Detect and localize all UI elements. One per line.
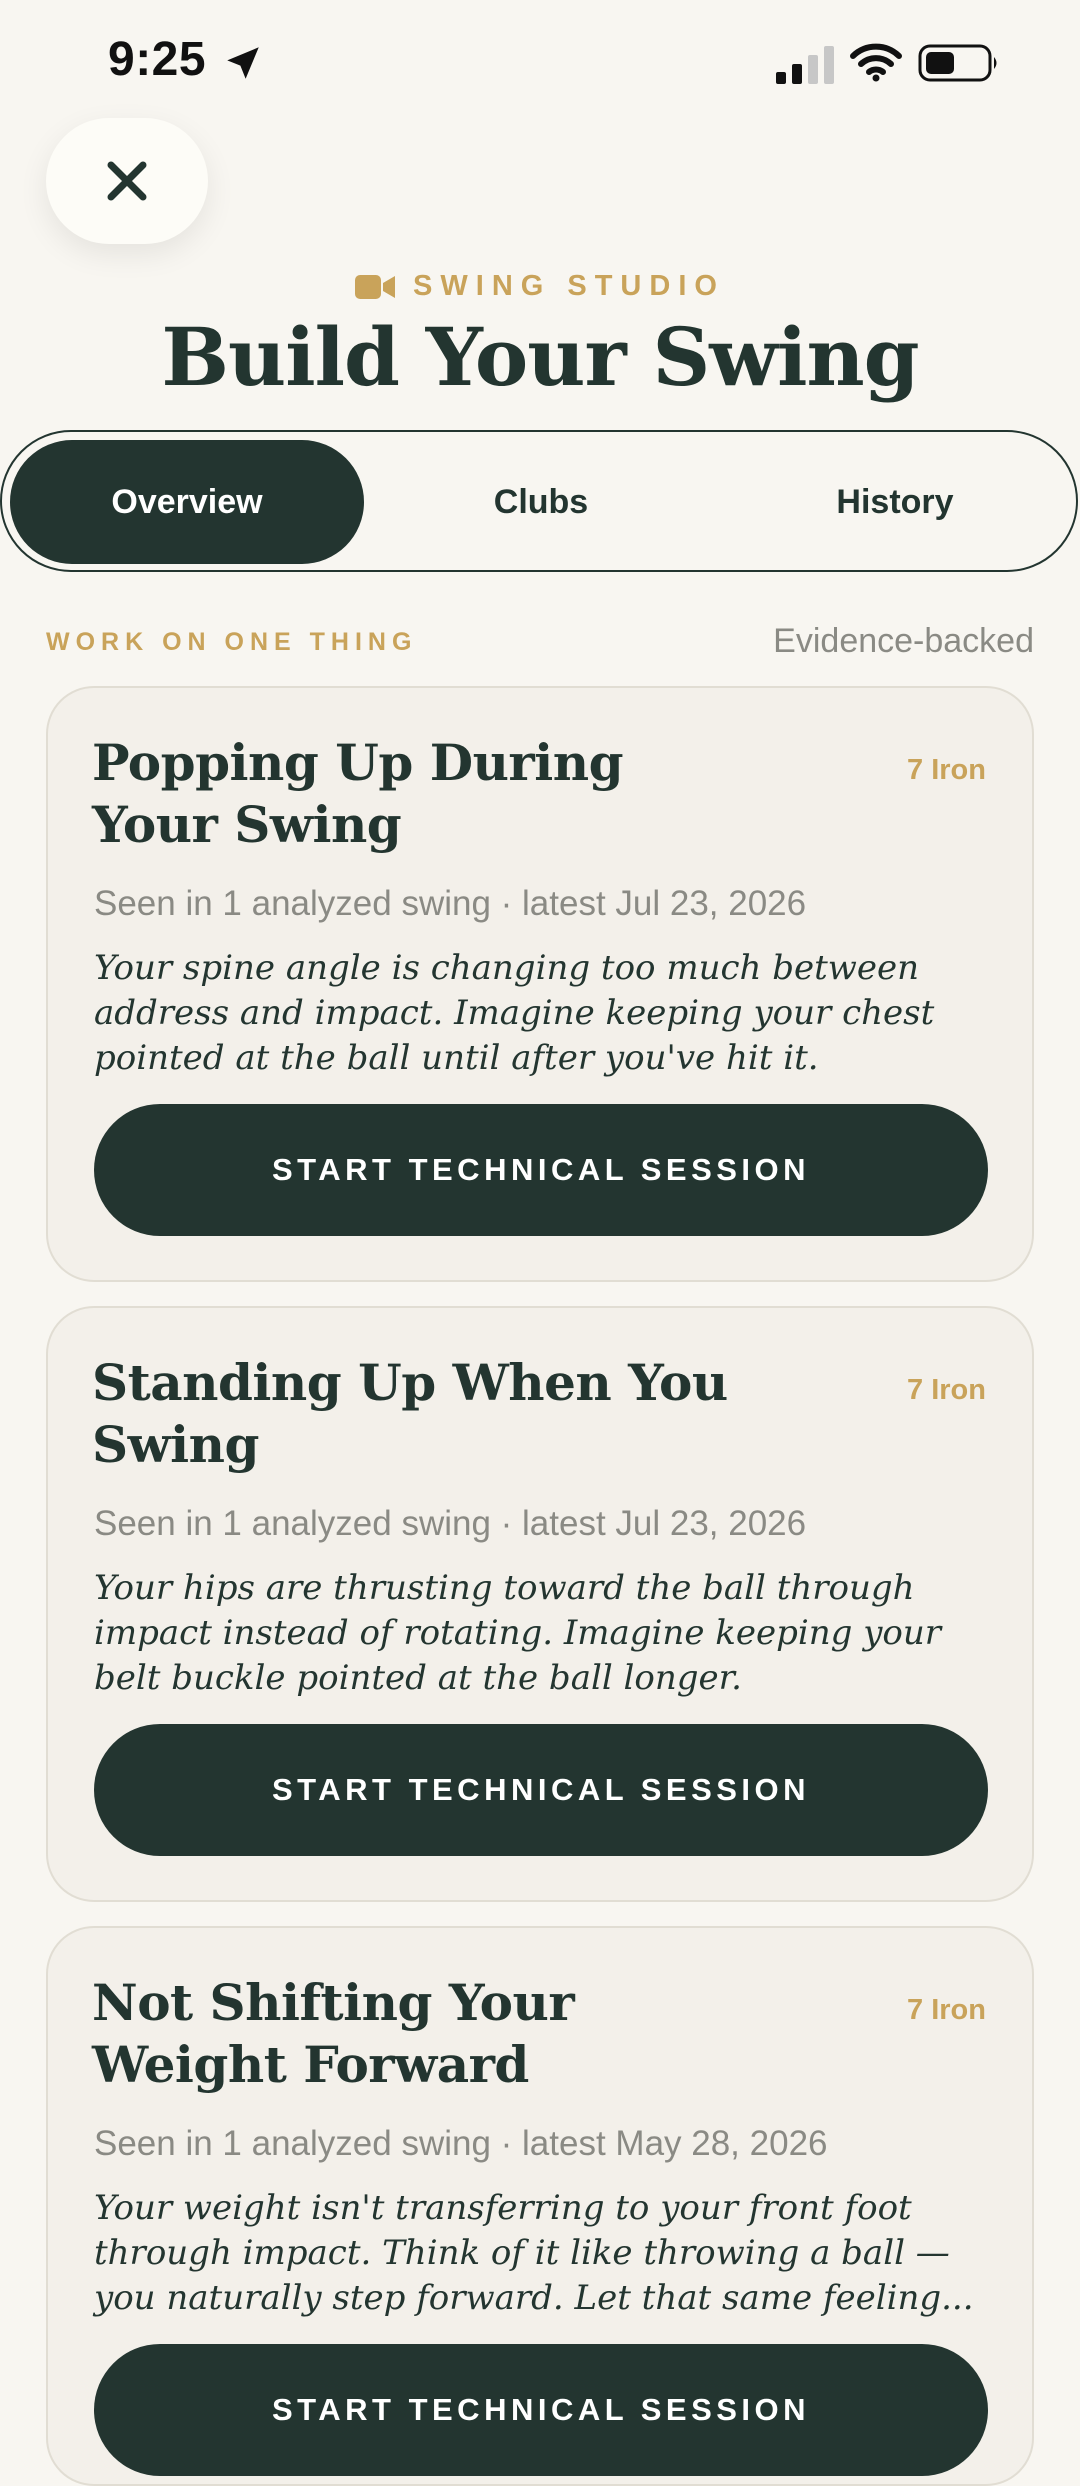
status-time: 9:25 xyxy=(108,33,207,86)
close-button[interactable] xyxy=(46,118,208,244)
section-title: WORK ON ONE THING xyxy=(46,628,418,656)
card-description: Your hips are thrusting toward the ball … xyxy=(94,1568,942,1698)
video-camera-icon xyxy=(355,274,396,299)
card-description: Your weight isn't transferring to your f… xyxy=(94,2188,974,2318)
card-description: Your spine angle is changing too much be… xyxy=(94,948,935,1078)
club-badge: 7 Iron xyxy=(907,754,986,786)
card-meta: Seen in 1 analyzed swing · latest Jul 23… xyxy=(94,884,807,923)
battery-icon xyxy=(918,44,997,82)
tab-history[interactable]: History xyxy=(718,440,1072,564)
page-title: Build Your Swing xyxy=(161,310,919,404)
eyebrow: SWING STUDIO xyxy=(0,270,1080,303)
start-session-button[interactable]: START TECHNICAL SESSION xyxy=(94,1724,988,1856)
start-session-button[interactable]: START TECHNICAL SESSION xyxy=(94,1104,988,1236)
location-arrow-icon xyxy=(227,47,259,79)
tab-clubs[interactable]: Clubs xyxy=(364,440,718,564)
status-bar: 9:25 xyxy=(0,0,1080,120)
section-note: Evidence-backed xyxy=(773,622,1034,660)
cellular-signal-icon xyxy=(776,46,834,84)
club-badge: 7 Iron xyxy=(907,1374,986,1406)
issue-card: Not Shifting Your Weight Forward 7 Iron … xyxy=(46,1926,1034,2486)
tab-bar: Overview Clubs History xyxy=(0,430,1078,572)
card-title: Standing Up When You Swing xyxy=(92,1353,728,1474)
eyebrow-label: SWING STUDIO xyxy=(413,270,725,302)
card-title: Popping Up During Your Swing xyxy=(92,733,624,854)
wifi-icon xyxy=(850,43,902,82)
tab-overview[interactable]: Overview xyxy=(10,440,364,564)
section-header: WORK ON ONE THING Evidence-backed xyxy=(46,622,1034,666)
card-meta: Seen in 1 analyzed swing · latest Jul 23… xyxy=(94,1504,807,1543)
club-badge: 7 Iron xyxy=(907,1994,986,2026)
start-session-button[interactable]: START TECHNICAL SESSION xyxy=(94,2344,988,2476)
card-meta: Seen in 1 analyzed swing · latest May 28… xyxy=(94,2124,828,2163)
close-icon xyxy=(107,161,147,201)
card-title: Not Shifting Your Weight Forward xyxy=(92,1973,575,2094)
issue-card: Popping Up During Your Swing 7 Iron Seen… xyxy=(46,686,1034,1282)
issue-card: Standing Up When You Swing 7 Iron Seen i… xyxy=(46,1306,1034,1902)
